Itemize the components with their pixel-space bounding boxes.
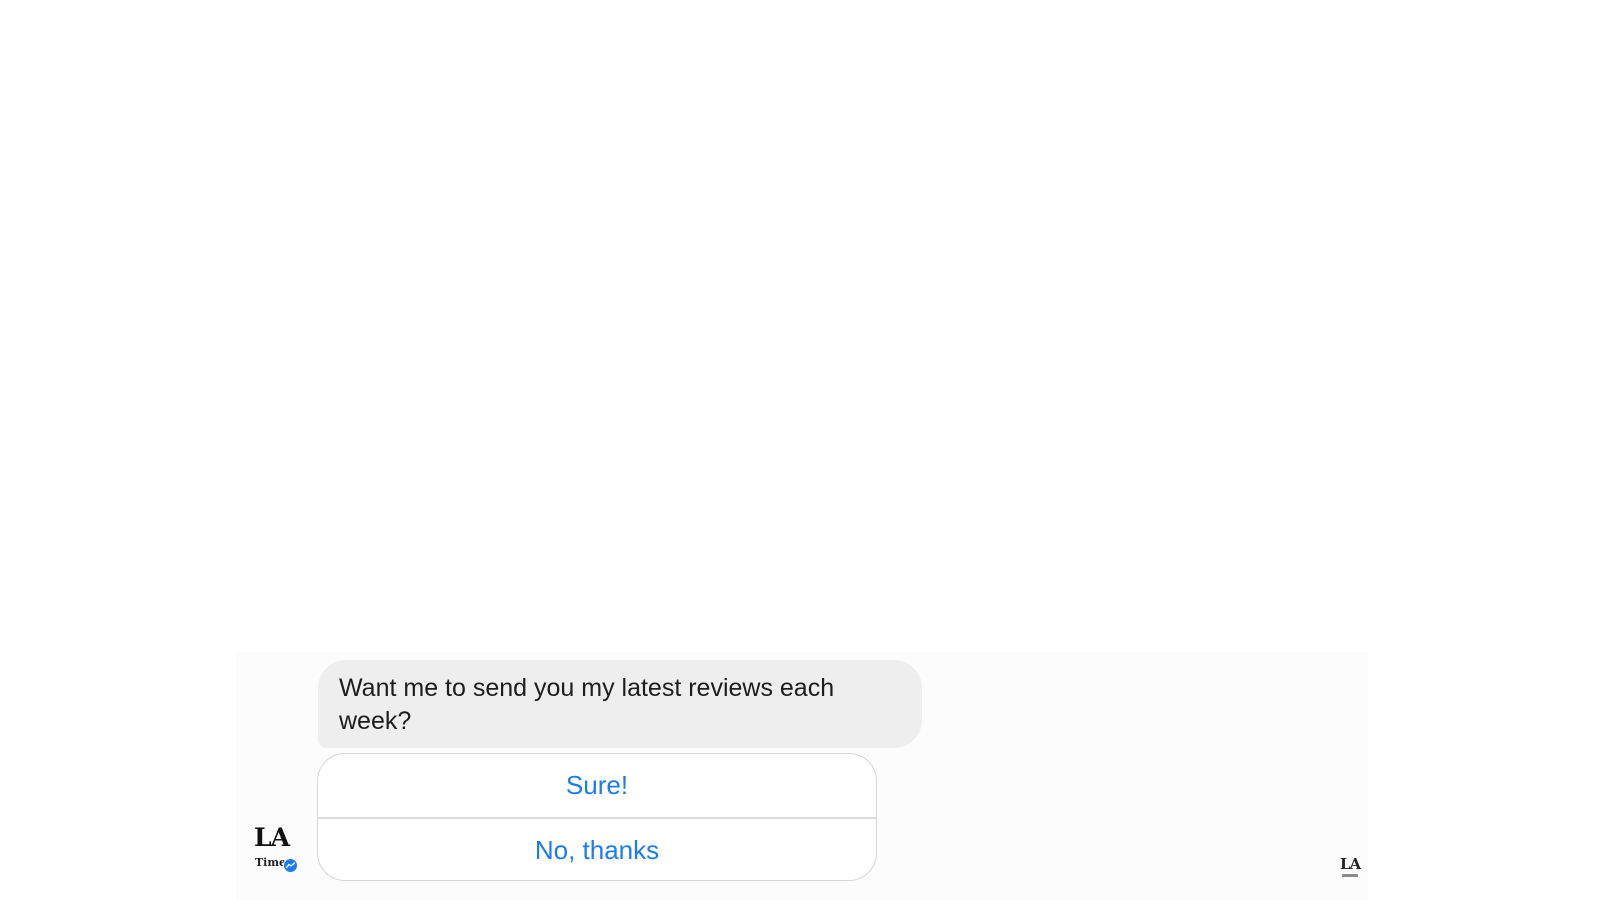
bot-message-bubble: Want me to send you my latest reviews ea… [318, 660, 922, 748]
quick-reply-no-thanks-button[interactable]: No, thanks [318, 819, 876, 881]
messenger-badge-icon [283, 858, 298, 873]
read-receipt-avatar-icon: LA [1340, 856, 1364, 884]
quick-replies-card: Sure! No, thanks [317, 753, 877, 881]
sender-avatar-monogram: LA [254, 823, 290, 852]
read-receipt-monogram: LA [1340, 855, 1361, 873]
read-receipt-wordmark [1342, 874, 1358, 877]
quick-reply-sure-button[interactable]: Sure! [318, 754, 876, 817]
sender-avatar[interactable]: LA Times [254, 824, 300, 874]
